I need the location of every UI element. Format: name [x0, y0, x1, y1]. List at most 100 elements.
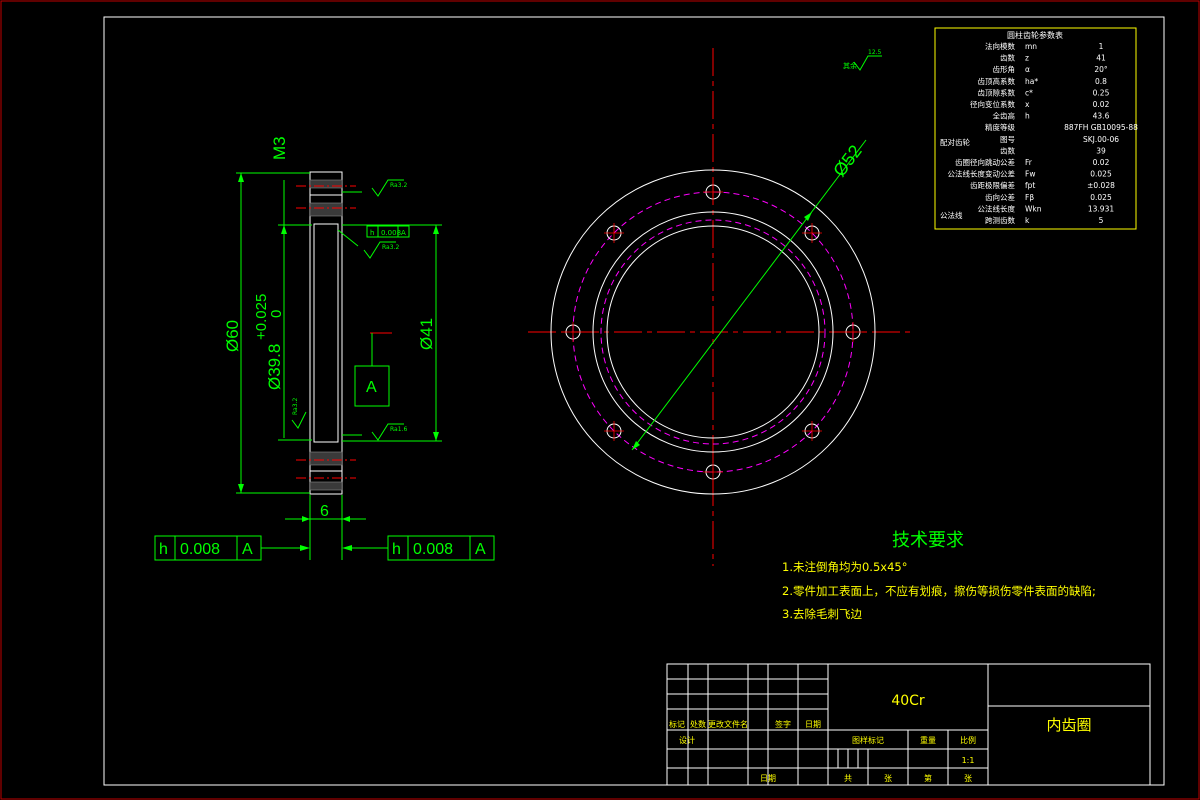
gear-param-symbol: z [1025, 54, 1029, 63]
roughness-default-symbol [853, 55, 882, 71]
fcf-right-symbol: h [392, 541, 401, 558]
note-item-2: 2.零件加工表面上，不应有划痕，擦伤等损伤零件表面的缺陷; [782, 584, 1096, 598]
sheet-total-unit: 张 [884, 774, 892, 783]
header-mark: 标记 [669, 719, 685, 729]
gear-param-value: 0.025 [1090, 193, 1112, 202]
dim-pitch-label: Ø41 [417, 318, 436, 350]
gear-param-name: 图号 [1000, 135, 1015, 144]
header-date: 日期 [805, 720, 821, 729]
gear-param-symbol: Fw [1025, 170, 1035, 179]
weight-label: 重量 [920, 735, 936, 745]
gear-param-value: 13.931 [1088, 204, 1114, 213]
fcf-left-symbol: h [159, 541, 168, 558]
roughness-label-4: Ra3.2 [292, 398, 299, 415]
gear-param-name: 跨测齿数 [985, 215, 1015, 225]
roughness-default-note: 其余 [843, 61, 857, 70]
gear-param-value: 39 [1096, 146, 1106, 155]
section-outline [309, 171, 343, 495]
gear-param-value: 5 [1099, 216, 1104, 225]
diameter-leader [631, 139, 867, 451]
tol-lower-label: 0 [268, 310, 285, 318]
gear-param-symbol: fpt [1025, 181, 1035, 190]
inner-bore-region [313, 223, 339, 443]
gear-param-value: ±0.028 [1087, 181, 1115, 190]
gear-param-symbol: Wkn [1025, 204, 1042, 213]
material-label: 40Cr [891, 693, 925, 709]
gear-param-name: 公法线长度变动公差 [948, 169, 1016, 179]
front-view [528, 48, 912, 566]
roughness-symbols [291, 179, 404, 441]
gear-param-value: 0.02 [1093, 158, 1110, 167]
gear-table-group-normal: 公法线 [940, 210, 963, 220]
gear-param-name: 公法线长度 [978, 203, 1016, 213]
part-name-label: 内齿圈 [1046, 716, 1091, 734]
fcf-left-datum: A [242, 541, 253, 558]
sheet-no-unit: 张 [964, 774, 972, 783]
header-sign: 签字 [775, 719, 791, 729]
roughness-label-3: Ra1.6 [390, 426, 407, 433]
design-label: 设计 [679, 735, 695, 745]
fcf-left-value: 0.008 [180, 541, 220, 558]
gear-param-name: 齿数 [1000, 53, 1015, 63]
gear-param-value: 0.8 [1095, 77, 1107, 86]
gear-param-symbol: c* [1025, 88, 1033, 97]
gear-param-name: 齿向公差 [985, 192, 1015, 202]
gear-param-value: 0.025 [1090, 170, 1112, 179]
small-fcf-value: 0.008 [381, 229, 401, 237]
note-item-3: 3.去除毛刺飞边 [782, 607, 862, 621]
gear-param-symbol: Fβ [1025, 193, 1034, 202]
gear-table-group-pair: 配对齿轮 [940, 137, 970, 147]
gear-param-name: 齿顶隙系数 [978, 87, 1016, 97]
small-fcf-symbol: h [370, 229, 374, 237]
thread-label: M3 [270, 136, 289, 160]
gear-param-name: 法向模数 [985, 41, 1015, 51]
roughness-label-2: Ra3.2 [382, 244, 399, 251]
hatch-top [309, 179, 343, 491]
gear-param-value: 1 [1099, 42, 1104, 51]
sheet-total-label: 共 [844, 774, 852, 783]
gear-param-value: 43.6 [1093, 112, 1110, 121]
small-fcf-datum: A [401, 229, 406, 237]
dim-bore-label: Ø39.8 [265, 344, 284, 390]
note-item-1: 1.未注倒角均为0.5x45° [782, 560, 907, 574]
dim-width-label: 6 [320, 503, 329, 520]
gear-param-value: 0.25 [1093, 88, 1110, 97]
gear-param-symbol: ha* [1025, 77, 1038, 86]
gear-param-name: 齿数 [1000, 145, 1015, 155]
gear-param-symbol: h [1025, 112, 1030, 121]
date-label: 日期 [760, 774, 776, 783]
outer-border [0, 0, 1200, 800]
sheet-no-label: 第 [924, 773, 932, 783]
scale-label: 比例 [960, 735, 976, 745]
gear-table-rows: 法向模数 mn 1 齿数 z 41 齿形角 α 20° 齿顶高系数 ha* 0.8 齿顶隙系数 c* 0.2… [948, 41, 1139, 225]
gear-param-name: 齿圈径向跳动公差 [955, 157, 1015, 167]
gear-param-name: 精度等级 [985, 122, 1015, 132]
gear-table-title: 圆柱齿轮参数表 [1007, 30, 1063, 40]
gear-param-name: 齿形角 [993, 64, 1016, 74]
fcf-right-datum: A [475, 541, 486, 558]
fcf-right-value: 0.008 [413, 541, 453, 558]
gear-param-name: 齿顶高系数 [978, 76, 1016, 86]
gear-param-symbol: α [1025, 65, 1030, 74]
notes-title: 技术要求 [892, 530, 964, 551]
gear-param-symbol: mn [1025, 42, 1037, 51]
datum-label: A [366, 379, 377, 396]
dim-outer-label: Ø60 [223, 320, 242, 352]
gear-param-name: 径向变位系数 [970, 99, 1015, 109]
gear-param-symbol: k [1025, 216, 1030, 225]
header-count: 处数 [690, 719, 706, 729]
scale-value: 1:1 [962, 756, 975, 765]
gear-param-name: 齿距极限偏差 [970, 180, 1015, 190]
section-view [154, 171, 495, 561]
gear-param-value: 41 [1096, 54, 1106, 63]
header-file: 更改文件名 [708, 719, 748, 729]
roughness-label-1: Ra3.2 [390, 182, 407, 189]
gear-param-value: 20° [1094, 65, 1108, 74]
drawing-canvas: M3 Ø60 Ø39.8 +0.025 0 Ø41 6 A Ra3.2 Ra3.… [0, 0, 1200, 800]
fcf-left [154, 535, 300, 561]
gear-param-symbol: Fr [1025, 158, 1033, 167]
gear-param-symbol: x [1025, 100, 1030, 109]
gear-param-name: 全齿高 [993, 111, 1016, 121]
diameter-arrow-b [804, 212, 812, 221]
stage-label: 图样标记 [852, 735, 884, 745]
